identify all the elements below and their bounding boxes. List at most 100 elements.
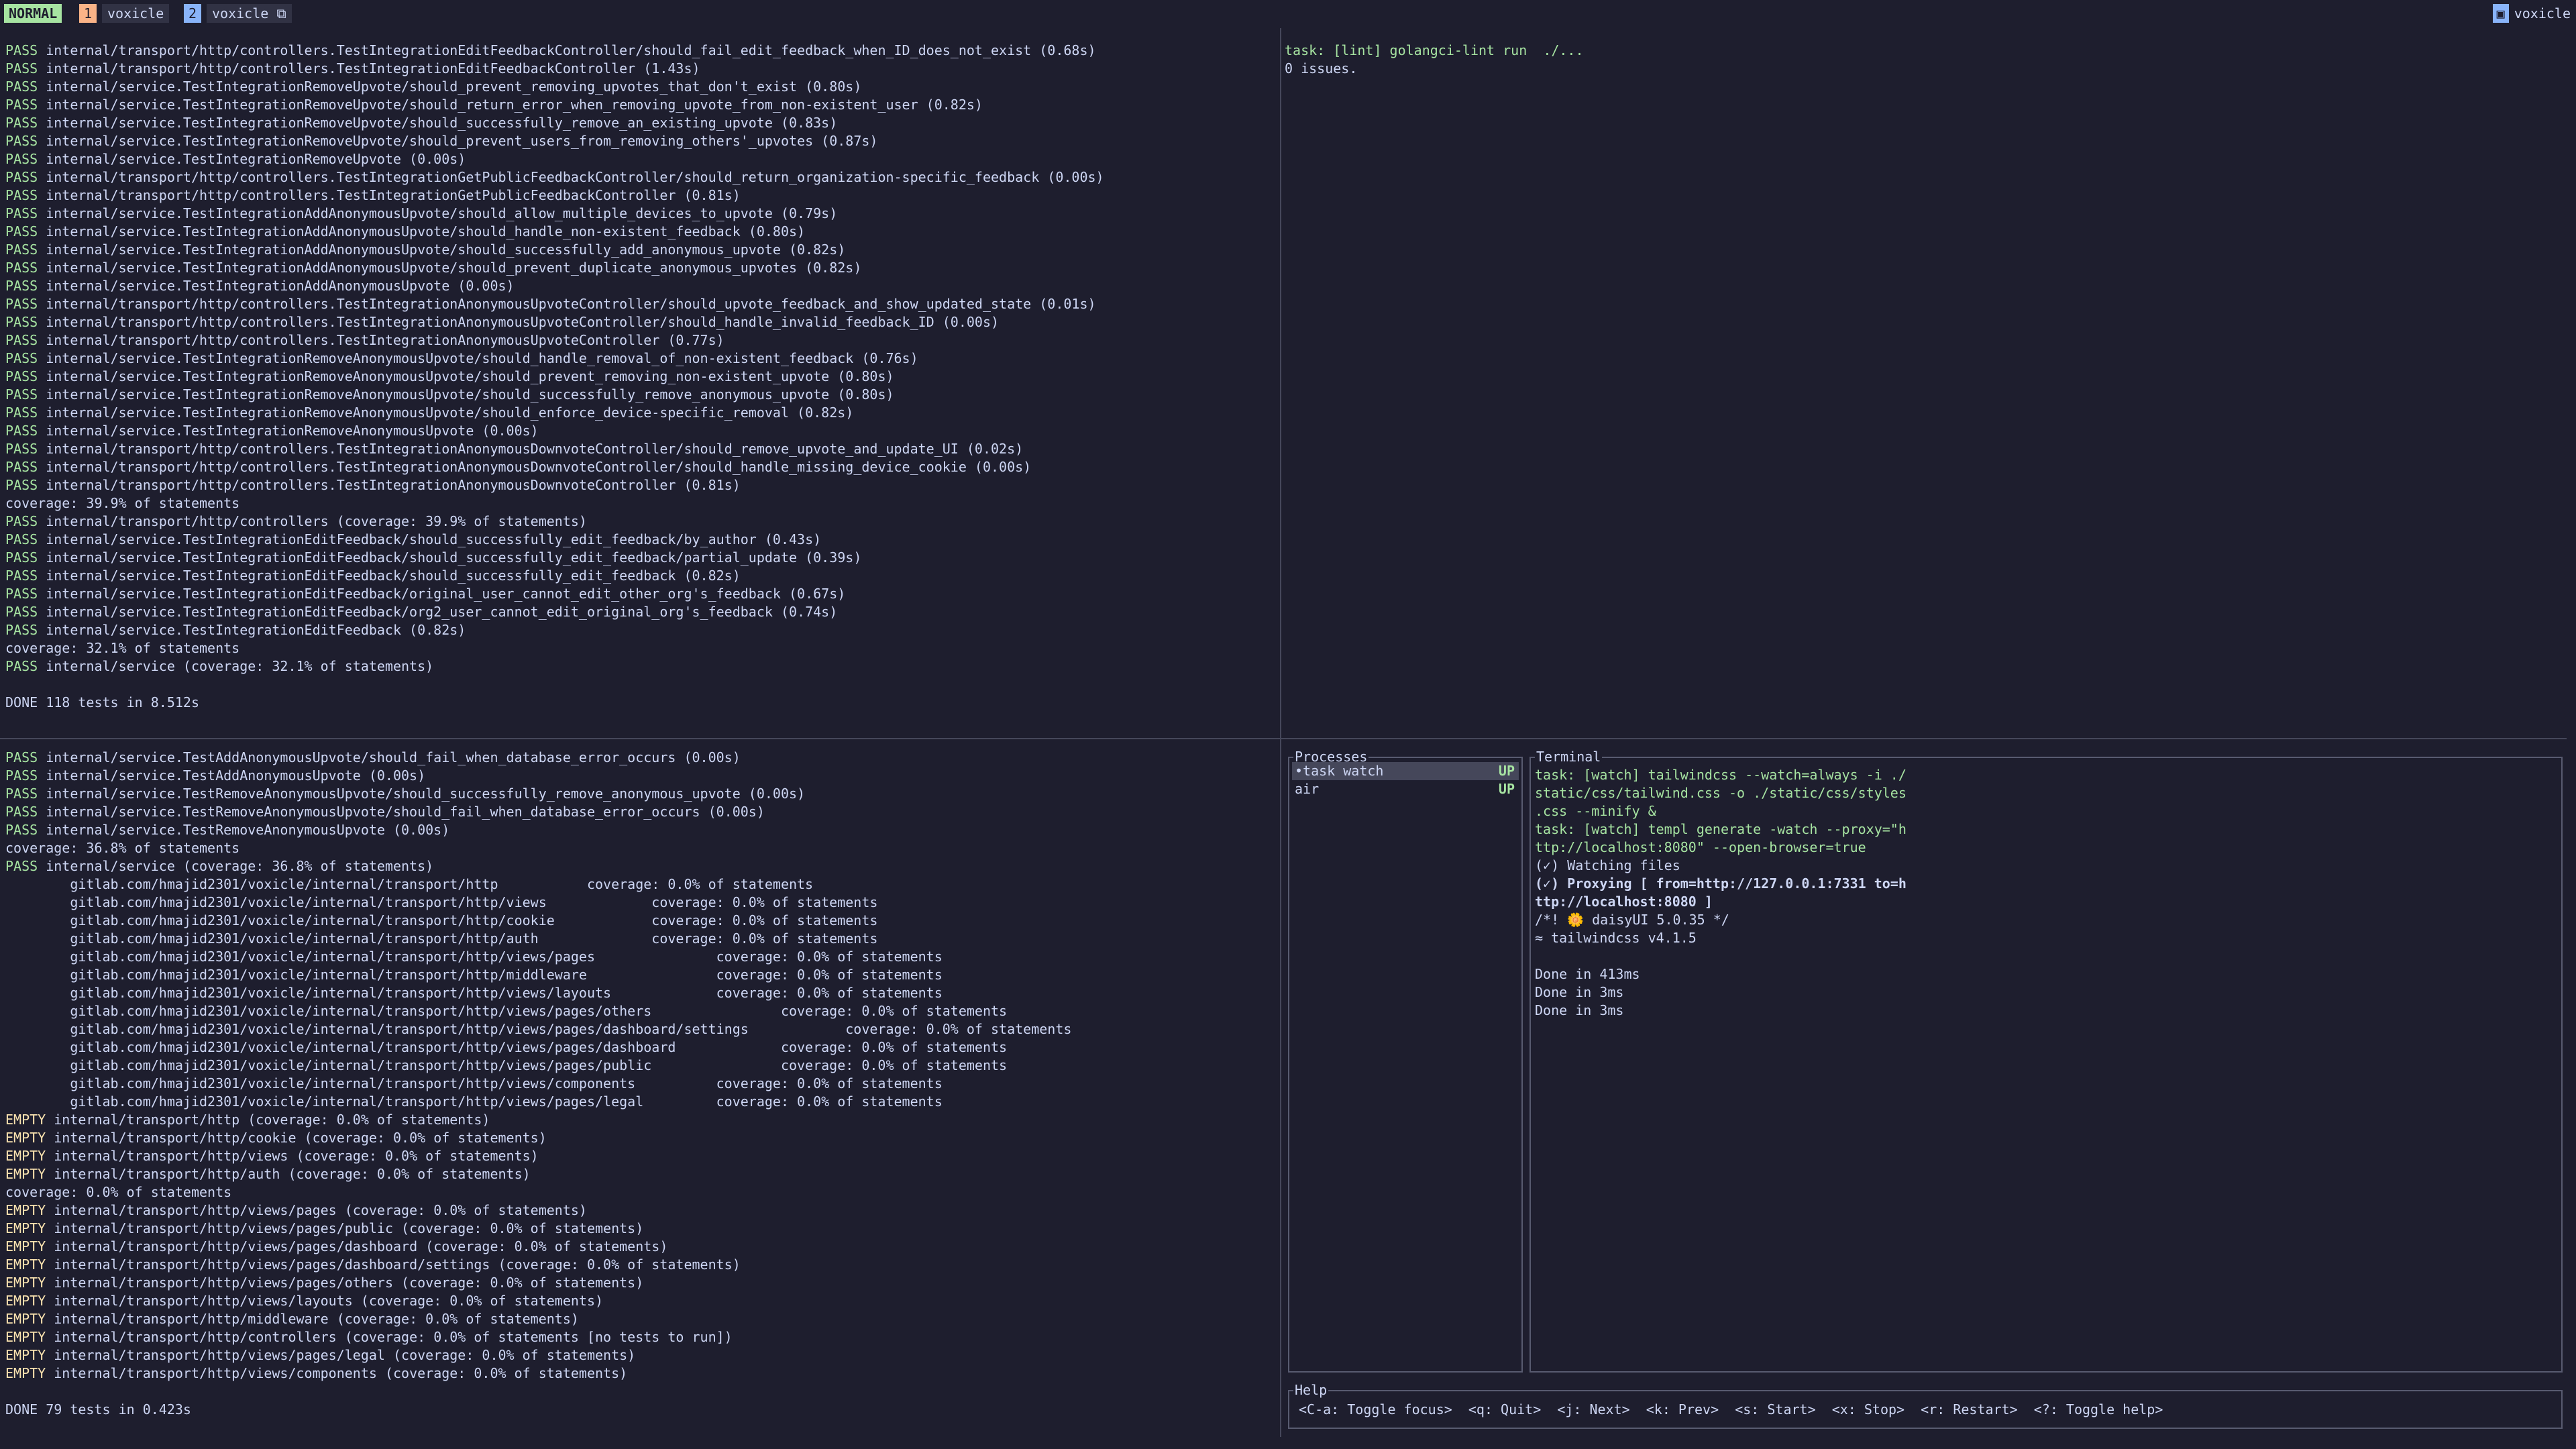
line-text: internal/transport/http/views (coverage:…: [46, 1148, 539, 1164]
line-text: internal/transport/http/views/components…: [46, 1365, 628, 1381]
status-label: PASS: [5, 187, 38, 203]
status-label: PASS: [5, 133, 38, 149]
line-text: gitlab.com/hmajid2301/voxicle/internal/t…: [5, 1021, 1072, 1037]
status-label: PASS: [5, 205, 38, 221]
output-line: PASS internal/transport/http/controllers…: [5, 60, 1273, 78]
output-line: EMPTY internal/transport/http/auth (cove…: [5, 1165, 1273, 1183]
status-label: EMPTY: [5, 1311, 46, 1327]
line-text: internal/service.TestIntegrationEditFeed…: [38, 604, 838, 620]
line-text: gitlab.com/hmajid2301/voxicle/internal/t…: [5, 1057, 1008, 1073]
output-line: PASS internal/service.TestIntegrationAdd…: [5, 241, 1273, 259]
status-label: PASS: [5, 804, 38, 820]
help-title: Help: [1293, 1381, 1329, 1399]
status-label: EMPTY: [5, 1275, 46, 1291]
output-line: PASS internal/service.TestIntegrationRem…: [5, 368, 1273, 386]
line-text: internal/service.TestIntegrationAddAnony…: [38, 205, 838, 221]
output-line: gitlab.com/hmajid2301/voxicle/internal/t…: [5, 930, 1273, 948]
line-text: internal/transport/http/views/layouts (c…: [46, 1293, 604, 1309]
output-line: EMPTY internal/transport/http/views/page…: [5, 1201, 1273, 1220]
window-2-number[interactable]: 2: [184, 4, 202, 23]
processes-panel[interactable]: Processes •task watch UP air UP: [1288, 748, 1523, 1373]
terminal-panel[interactable]: Terminal task: [watch] tailwindcss --wat…: [1529, 748, 2563, 1373]
line-text: internal/service.TestIntegrationRemoveUp…: [38, 151, 466, 167]
status-label: PASS: [5, 314, 38, 330]
output-line: .css --minify &: [1535, 803, 1656, 819]
status-label: EMPTY: [5, 1365, 46, 1381]
line-text: internal/service.TestIntegrationRemoveUp…: [38, 78, 862, 95]
output-line: ttp://localhost:8080" --open-browser=tru…: [1535, 839, 1866, 855]
window-1-number[interactable]: 1: [79, 4, 97, 23]
output-line: gitlab.com/hmajid2301/voxicle/internal/t…: [5, 912, 1273, 930]
output-line: gitlab.com/hmajid2301/voxicle/internal/t…: [5, 875, 1273, 894]
status-label: EMPTY: [5, 1238, 46, 1254]
status-label: PASS: [5, 549, 38, 566]
output-line: PASS internal/service.TestAddAnonymousUp…: [5, 749, 1273, 767]
line-text: internal/transport/http/views/pages/publ…: [46, 1220, 644, 1236]
line-text: internal/service.TestRemoveAnonymousUpvo…: [38, 822, 450, 838]
output-line: PASS internal/service.TestIntegrationRem…: [5, 350, 1273, 368]
status-label: PASS: [5, 786, 38, 802]
status-label: PASS: [5, 513, 38, 529]
output-line: PASS internal/transport/http/controllers…: [5, 476, 1273, 494]
line-text: coverage: 36.8% of statements: [5, 840, 240, 856]
output-line: gitlab.com/hmajid2301/voxicle/internal/t…: [5, 1057, 1273, 1075]
output-line: task: [watch] tailwindcss --watch=always…: [1535, 767, 1907, 783]
session-badge: ▣ voxicle: [2492, 4, 2571, 23]
output-line: PASS internal/service.TestIntegrationRem…: [5, 386, 1273, 404]
test-output-pane-bottom[interactable]: PASS internal/service.TestAddAnonymousUp…: [5, 749, 1273, 1440]
line-text: internal/transport/http/views/pages/dash…: [46, 1256, 741, 1273]
output-line: PASS internal/transport/http/controllers…: [5, 313, 1273, 331]
output-line: coverage: 39.9% of statements: [5, 494, 1273, 513]
line-text: internal/transport/http/controllers.Test…: [38, 441, 1024, 457]
line-text: internal/service.TestIntegrationEditFeed…: [38, 586, 846, 602]
output-line: PASS internal/transport/http/controllers…: [5, 186, 1273, 205]
status-label: PASS: [5, 60, 38, 76]
lint-output-pane[interactable]: task: [lint] golangci-lint run ./... 0 is…: [1285, 42, 2559, 176]
pane-divider-vertical[interactable]: [1280, 28, 1281, 1437]
process-row[interactable]: air UP: [1292, 780, 1519, 798]
output-line: PASS internal/service (coverage: 32.1% o…: [5, 657, 1273, 676]
line-text: internal/service.TestRemoveAnonymousUpvo…: [38, 786, 806, 802]
line-text: gitlab.com/hmajid2301/voxicle/internal/t…: [5, 949, 943, 965]
output-line: gitlab.com/hmajid2301/voxicle/internal/t…: [5, 1038, 1273, 1057]
help-keybindings: <C-a: Toggle focus> <q: Quit> <j: Next> …: [1299, 1401, 2163, 1417]
output-line: PASS internal/service.TestIntegrationRem…: [5, 404, 1273, 422]
test-output-pane-top[interactable]: PASS internal/transport/http/controllers…: [5, 42, 1273, 733]
status-label: PASS: [5, 822, 38, 838]
terminal-title: Terminal: [1535, 748, 1603, 766]
line-text: gitlab.com/hmajid2301/voxicle/internal/t…: [5, 985, 943, 1001]
output-line: /*! 🌼 daisyUI 5.0.35 */: [1535, 912, 1729, 928]
process-status-badge: UP: [1498, 781, 1515, 797]
output-line: PASS internal/service.TestIntegrationEdi…: [5, 621, 1273, 639]
status-label: PASS: [5, 350, 38, 366]
status-label: PASS: [5, 241, 38, 258]
output-line: ≈ tailwindcss v4.1.5: [1535, 930, 1697, 946]
line-text: internal/service.TestAddAnonymousUpvote …: [38, 767, 426, 784]
line-text: internal/transport/http/views/pages/lega…: [46, 1347, 636, 1363]
process-row[interactable]: •task watch UP: [1292, 762, 1519, 780]
output-line: PASS internal/service.TestRemoveAnonymou…: [5, 785, 1273, 803]
line-text: gitlab.com/hmajid2301/voxicle/internal/t…: [5, 1093, 943, 1110]
pane-divider-horizontal[interactable]: [0, 738, 2567, 739]
output-line: PASS internal/service.TestIntegrationRem…: [5, 114, 1273, 132]
output-line: ttp://localhost:8080 ]: [1535, 894, 1713, 910]
status-label: PASS: [5, 459, 38, 475]
window-1-name[interactable]: voxicle: [102, 4, 170, 23]
output-line: PASS internal/service (coverage: 36.8% o…: [5, 857, 1273, 875]
output-line: gitlab.com/hmajid2301/voxicle/internal/t…: [5, 948, 1273, 966]
line-text: gitlab.com/hmajid2301/voxicle/internal/t…: [5, 912, 878, 928]
process-name: •task watch: [1295, 763, 1384, 779]
status-label: EMPTY: [5, 1347, 46, 1363]
output-line: gitlab.com/hmajid2301/voxicle/internal/t…: [5, 894, 1273, 912]
output-line: coverage: 32.1% of statements: [5, 639, 1273, 657]
line-text: internal/service.TestIntegrationRemoveAn…: [38, 350, 918, 366]
line-text: internal/service.TestIntegrationEditFeed…: [38, 622, 466, 638]
status-label: PASS: [5, 405, 38, 421]
status-label: PASS: [5, 568, 38, 584]
status-label: PASS: [5, 749, 38, 765]
status-label: PASS: [5, 97, 38, 113]
output-line: PASS internal/service.TestIntegrationAdd…: [5, 259, 1273, 277]
window-2-name[interactable]: voxicle ⧉: [207, 4, 292, 23]
output-line: PASS internal/service.TestAddAnonymousUp…: [5, 767, 1273, 785]
